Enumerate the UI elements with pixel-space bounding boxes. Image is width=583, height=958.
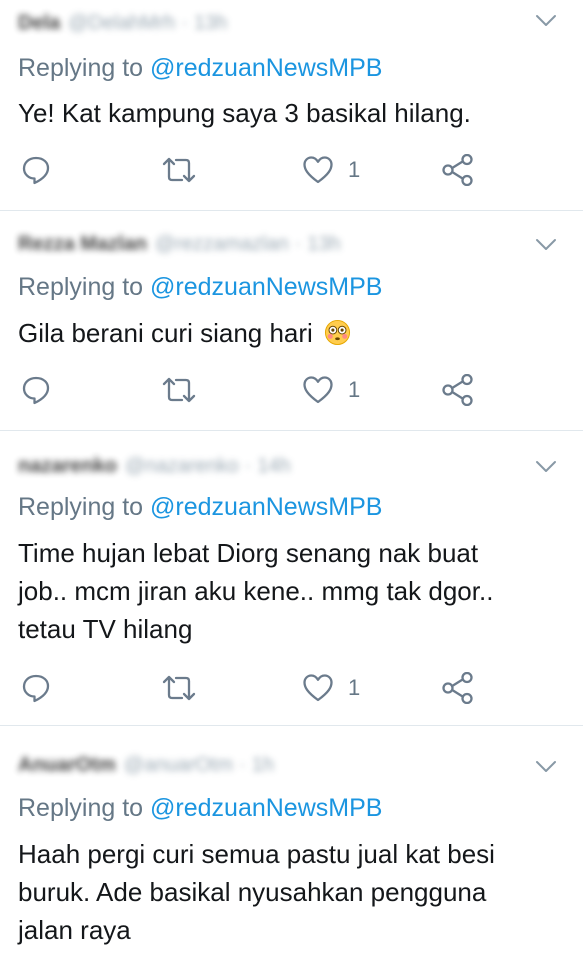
action-bar: 1 — [0, 150, 583, 190]
tweet-header: nazarenko @nazarenko · 14h — [18, 453, 291, 479]
tweet-text: Gila berani curi siang hari — [18, 314, 568, 352]
tweet-header: AnuarOtm @anuarOtm · 1h — [18, 752, 274, 778]
reply-button[interactable] — [20, 668, 52, 708]
timestamp[interactable]: 13h — [307, 233, 340, 256]
author-handle[interactable]: @nazarenko — [125, 455, 239, 478]
replying-handle-link[interactable]: @redzuanNewsMPB — [150, 493, 382, 521]
replying-to: Replying to @redzuanNewsMPB — [18, 794, 382, 823]
timestamp[interactable]: 1h — [252, 754, 274, 777]
tweet-text-line: Ye! Kat kampung saya 3 basikal hilang. — [18, 98, 471, 128]
heart-icon — [303, 376, 333, 404]
heart-icon — [303, 674, 333, 702]
author-handle[interactable]: @anuarOtm — [124, 754, 233, 777]
tweet-text: Haah pergi curi semua pastu jual kat bes… — [18, 835, 568, 949]
replying-handle-link[interactable]: @redzuanNewsMPB — [150, 54, 382, 82]
retweet-button[interactable] — [160, 668, 198, 708]
retweet-icon — [162, 377, 196, 403]
timestamp[interactable]: 13h — [194, 12, 227, 35]
tweet-text: Time hujan lebat Diorg senang nak buat j… — [18, 534, 568, 648]
author-name[interactable]: nazarenko — [18, 455, 117, 478]
tweet-text-line: Time hujan lebat Diorg senang nak buat — [18, 538, 479, 568]
tweet-text: Ye! Kat kampung saya 3 basikal hilang. — [18, 94, 568, 132]
author-name[interactable]: AnuarOtm — [18, 754, 116, 777]
chevron-down-icon[interactable] — [535, 238, 557, 252]
retweet-icon — [162, 157, 196, 183]
share-icon — [442, 374, 473, 406]
like-count: 1 — [348, 157, 361, 182]
timestamp[interactable]: 14h — [257, 455, 290, 478]
replying-to: Replying to @redzuanNewsMPB — [18, 273, 382, 302]
tweet-text-line: jalan raya — [18, 915, 131, 945]
like-button[interactable]: 1 — [302, 150, 360, 190]
author-handle[interactable]: @rezzamazlan — [155, 233, 289, 256]
tweet-3[interactable]: nazarenko @nazarenko · 14h Replying to @… — [0, 431, 583, 726]
tweet-text-line: Gila berani curi siang hari — [18, 318, 313, 348]
replying-prefix: Replying to — [18, 54, 151, 82]
replying-to: Replying to @redzuanNewsMPB — [18, 493, 382, 522]
replying-prefix: Replying to — [18, 273, 151, 301]
chevron-down-icon[interactable] — [535, 760, 557, 774]
action-bar: 1 — [0, 370, 583, 410]
author-name[interactable]: Dela — [18, 12, 60, 35]
reply-button[interactable] — [20, 370, 52, 410]
reply-button[interactable] — [20, 150, 52, 190]
retweet-button[interactable] — [160, 150, 198, 190]
like-count: 1 — [348, 675, 361, 700]
author-name[interactable]: Rezza Mazlan — [18, 233, 147, 256]
tweet-2[interactable]: Rezza Mazlan @rezzamazlan · 13h Replying… — [0, 211, 583, 431]
separator-dot: · — [294, 232, 302, 255]
replying-to: Replying to @redzuanNewsMPB — [18, 54, 382, 83]
chevron-down-icon[interactable] — [535, 460, 557, 474]
separator-dot: · — [244, 454, 252, 477]
action-bar: 1 — [0, 668, 583, 708]
replying-handle-link[interactable]: @redzuanNewsMPB — [150, 794, 382, 822]
reply-bubble-icon — [22, 156, 50, 185]
share-icon — [442, 154, 473, 186]
tweet-4[interactable]: AnuarOtm @anuarOtm · 1h Replying to @red… — [0, 726, 583, 958]
like-button[interactable]: 1 — [302, 668, 360, 708]
like-count: 1 — [348, 377, 361, 402]
tweet-text-line: buruk. Ade basikal nyusahkan pengguna — [18, 877, 487, 907]
replying-prefix: Replying to — [18, 794, 151, 822]
retweet-button[interactable] — [160, 370, 198, 410]
reply-bubble-icon — [22, 376, 50, 405]
author-handle[interactable]: @DelahMrh — [68, 12, 175, 35]
like-button[interactable]: 1 — [302, 370, 360, 410]
separator-dot: · — [239, 753, 246, 776]
tweet-1[interactable]: Dela @DelahMrh · 13h Replying to @redzua… — [0, 0, 583, 211]
replying-prefix: Replying to — [18, 493, 151, 521]
reply-bubble-icon — [22, 674, 50, 703]
tweet-text-line: Haah pergi curi semua pastu jual kat bes… — [18, 839, 495, 869]
retweet-icon — [162, 675, 196, 701]
tweet-header: Dela @DelahMrh · 13h — [18, 10, 227, 36]
separator-dot: · — [181, 11, 188, 34]
heart-icon — [303, 156, 333, 184]
share-icon — [442, 672, 473, 704]
share-button[interactable] — [440, 150, 476, 190]
share-button[interactable] — [440, 370, 476, 410]
replying-handle-link[interactable]: @redzuanNewsMPB — [150, 273, 382, 301]
share-button[interactable] — [440, 668, 476, 708]
tweet-text-line: job.. mcm jiran aku kene.. mmg tak dgor.… — [18, 576, 494, 606]
tweet-header: Rezza Mazlan @rezzamazlan · 13h — [18, 231, 341, 257]
tweet-text-line: tetau TV hilang — [18, 614, 193, 644]
flushed-face-emoji — [325, 319, 351, 346]
chevron-down-icon[interactable] — [535, 14, 557, 28]
